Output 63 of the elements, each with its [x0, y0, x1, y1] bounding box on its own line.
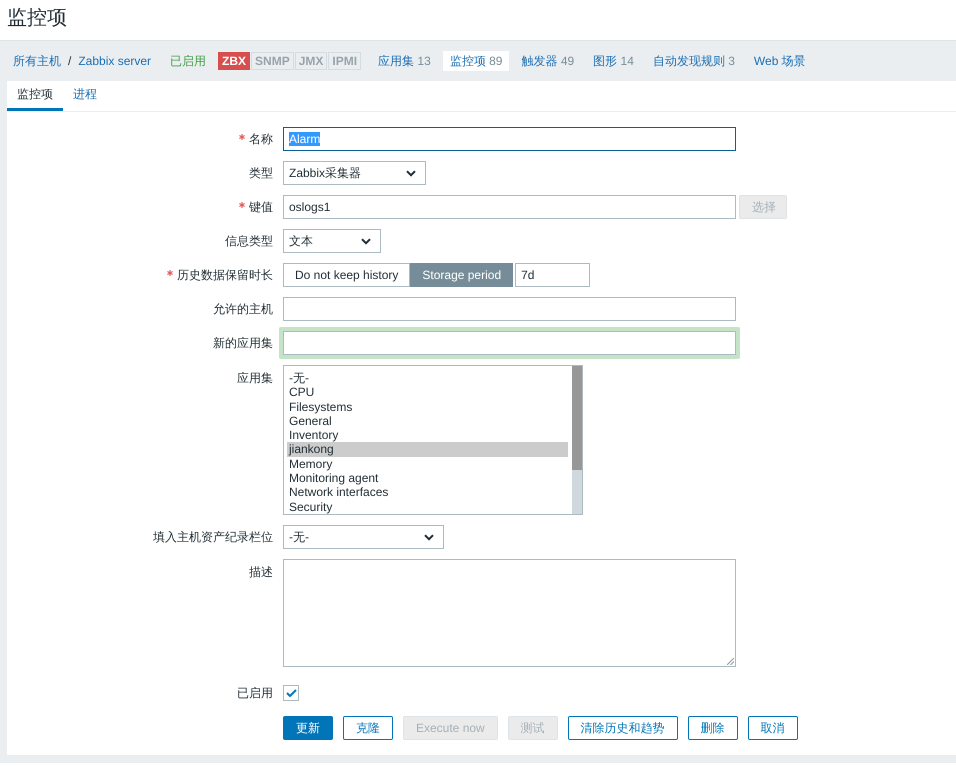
field-label: 已启用 [237, 684, 273, 702]
text-input[interactable]: Alarm [283, 127, 736, 151]
dropdown-select[interactable]: Zabbix采集器 [283, 161, 426, 185]
field-label: 信息类型 [225, 232, 273, 250]
checkbox[interactable] [283, 685, 299, 701]
radio-segment[interactable]: Do not keep history [283, 263, 410, 287]
text-input[interactable] [279, 327, 740, 359]
chevron-down-icon [424, 534, 434, 540]
tab[interactable]: 监控项 [7, 81, 63, 111]
listbox-option[interactable]: Inventory [287, 428, 568, 442]
radio-segment[interactable]: Storage period [410, 263, 514, 287]
nav-link[interactable]: 触发器 49 [514, 51, 582, 71]
listbox-option[interactable]: General [287, 414, 568, 428]
tab[interactable]: 进程 [63, 81, 107, 111]
field-label: 历史数据保留时长 [177, 266, 273, 284]
breadcrumb-link[interactable]: 所有主机 [13, 52, 61, 70]
listbox-option[interactable]: -无- [287, 371, 568, 386]
dropdown-select[interactable]: 文本 [283, 229, 381, 253]
nav-link[interactable]: Web 场景 [746, 51, 813, 71]
listbox-option[interactable]: jiankong [287, 442, 568, 457]
resize-grip-icon[interactable] [727, 658, 734, 665]
form-button[interactable]: 更新 [283, 716, 333, 740]
listbox-option[interactable]: Monitoring agent [287, 471, 568, 486]
listbox[interactable]: -无- CPU Filesystems General Inventory jiankong Memory Monitoring agent Network interfaces Security [283, 365, 583, 515]
checkmark-icon [286, 689, 296, 697]
chevron-down-icon [406, 170, 416, 176]
field-label: 类型 [249, 164, 273, 182]
page-title: 监控项 [7, 6, 67, 30]
field-label: 描述 [249, 564, 273, 581]
listbox-option[interactable]: CPU [287, 385, 568, 400]
field-label: 允许的主机 [213, 300, 273, 318]
field-label: 填入主机资产纪录栏位 [153, 528, 273, 546]
chevron-down-icon [361, 238, 371, 244]
field-label: 键值 [249, 198, 273, 216]
dropdown-select[interactable]: -无- [283, 525, 444, 549]
text-input[interactable] [283, 297, 736, 321]
host-status: 已启用 [170, 52, 206, 70]
form-button[interactable]: 清除历史和趋势 [568, 716, 678, 740]
nav-link[interactable]: 自动发现规则 3 [646, 51, 742, 71]
availability-badge: IPMI [328, 52, 362, 70]
listbox-option[interactable]: Memory [287, 456, 568, 472]
listbox-option[interactable]: Security [287, 500, 568, 514]
breadcrumb-separator: / [68, 54, 72, 68]
breadcrumb-link[interactable]: Zabbix server [78, 54, 152, 68]
availability-badge: JMX [294, 52, 328, 70]
nav-link[interactable]: 监控项 89 [442, 51, 510, 71]
nav-link[interactable]: 图形 14 [586, 51, 641, 71]
field-label: 应用集 [237, 370, 273, 387]
scrollbar-thumb[interactable] [572, 366, 582, 470]
availability-badge: ZBX [218, 52, 250, 70]
availability-badge: SNMP [251, 52, 294, 70]
text-input[interactable]: 7d [515, 263, 590, 287]
form-button[interactable]: 克隆 [343, 716, 393, 740]
field-label: 名称 [249, 130, 273, 148]
textarea-field[interactable] [283, 559, 736, 667]
nav-link[interactable]: 应用集 13 [371, 51, 438, 71]
scrollbar-track[interactable] [572, 366, 582, 514]
text-input[interactable]: oslogs1 [283, 195, 736, 219]
field-label: 新的应用集 [213, 334, 273, 352]
form-button[interactable]: 删除 [688, 716, 738, 740]
listbox-option[interactable]: Network interfaces [287, 485, 568, 500]
listbox-option[interactable]: Filesystems [287, 400, 568, 414]
form-button[interactable]: 取消 [748, 716, 798, 740]
